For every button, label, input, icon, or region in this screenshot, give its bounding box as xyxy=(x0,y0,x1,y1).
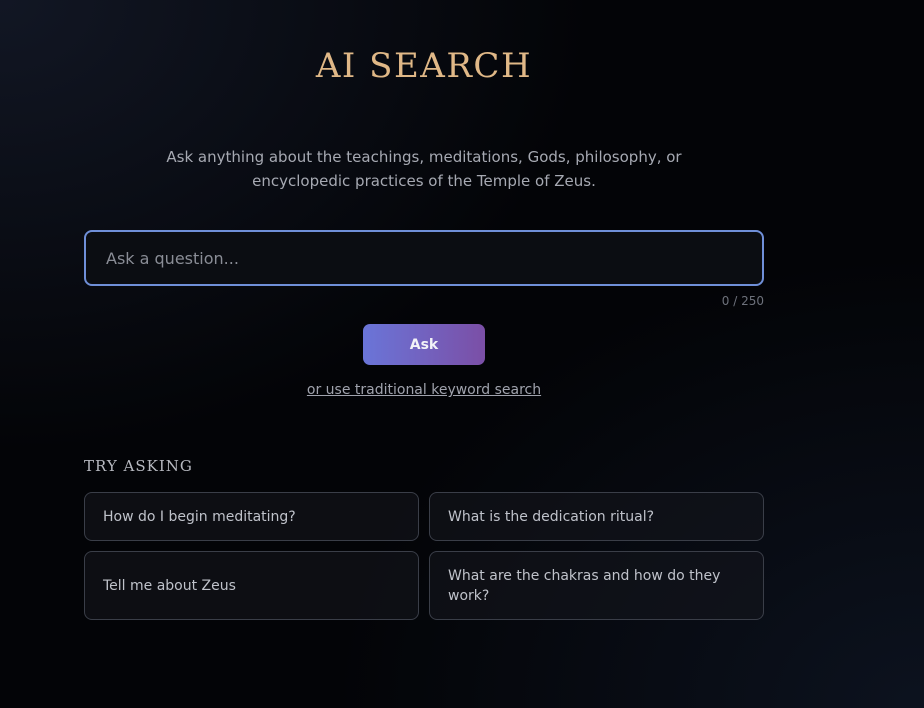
suggestion-card[interactable]: Tell me about Zeus xyxy=(84,551,419,620)
search-input[interactable] xyxy=(86,232,762,284)
suggestion-card[interactable]: What are the chakras and how do they wor… xyxy=(429,551,764,620)
suggestion-card[interactable]: How do I begin meditating? xyxy=(84,492,419,541)
page-title: AI SEARCH xyxy=(315,46,533,86)
suggestion-label: What is the dedication ritual? xyxy=(448,508,655,525)
suggestion-label: What are the chakras and how do they wor… xyxy=(448,567,721,604)
suggestion-card[interactable]: What is the dedication ritual? xyxy=(429,492,764,541)
try-asking-heading: TRY ASKING xyxy=(84,457,193,475)
ai-search-page: AI SEARCH Ask anything about the teachin… xyxy=(84,0,764,708)
ask-button[interactable]: Ask xyxy=(363,324,485,365)
search-box[interactable] xyxy=(84,230,764,286)
suggestion-label: How do I begin meditating? xyxy=(103,508,296,525)
suggestion-label: Tell me about Zeus xyxy=(103,577,236,594)
character-counter: 0 / 250 xyxy=(721,294,764,308)
keyword-search-link[interactable]: or use traditional keyword search xyxy=(84,382,764,398)
page-subtitle: Ask anything about the teachings, medita… xyxy=(166,148,682,190)
